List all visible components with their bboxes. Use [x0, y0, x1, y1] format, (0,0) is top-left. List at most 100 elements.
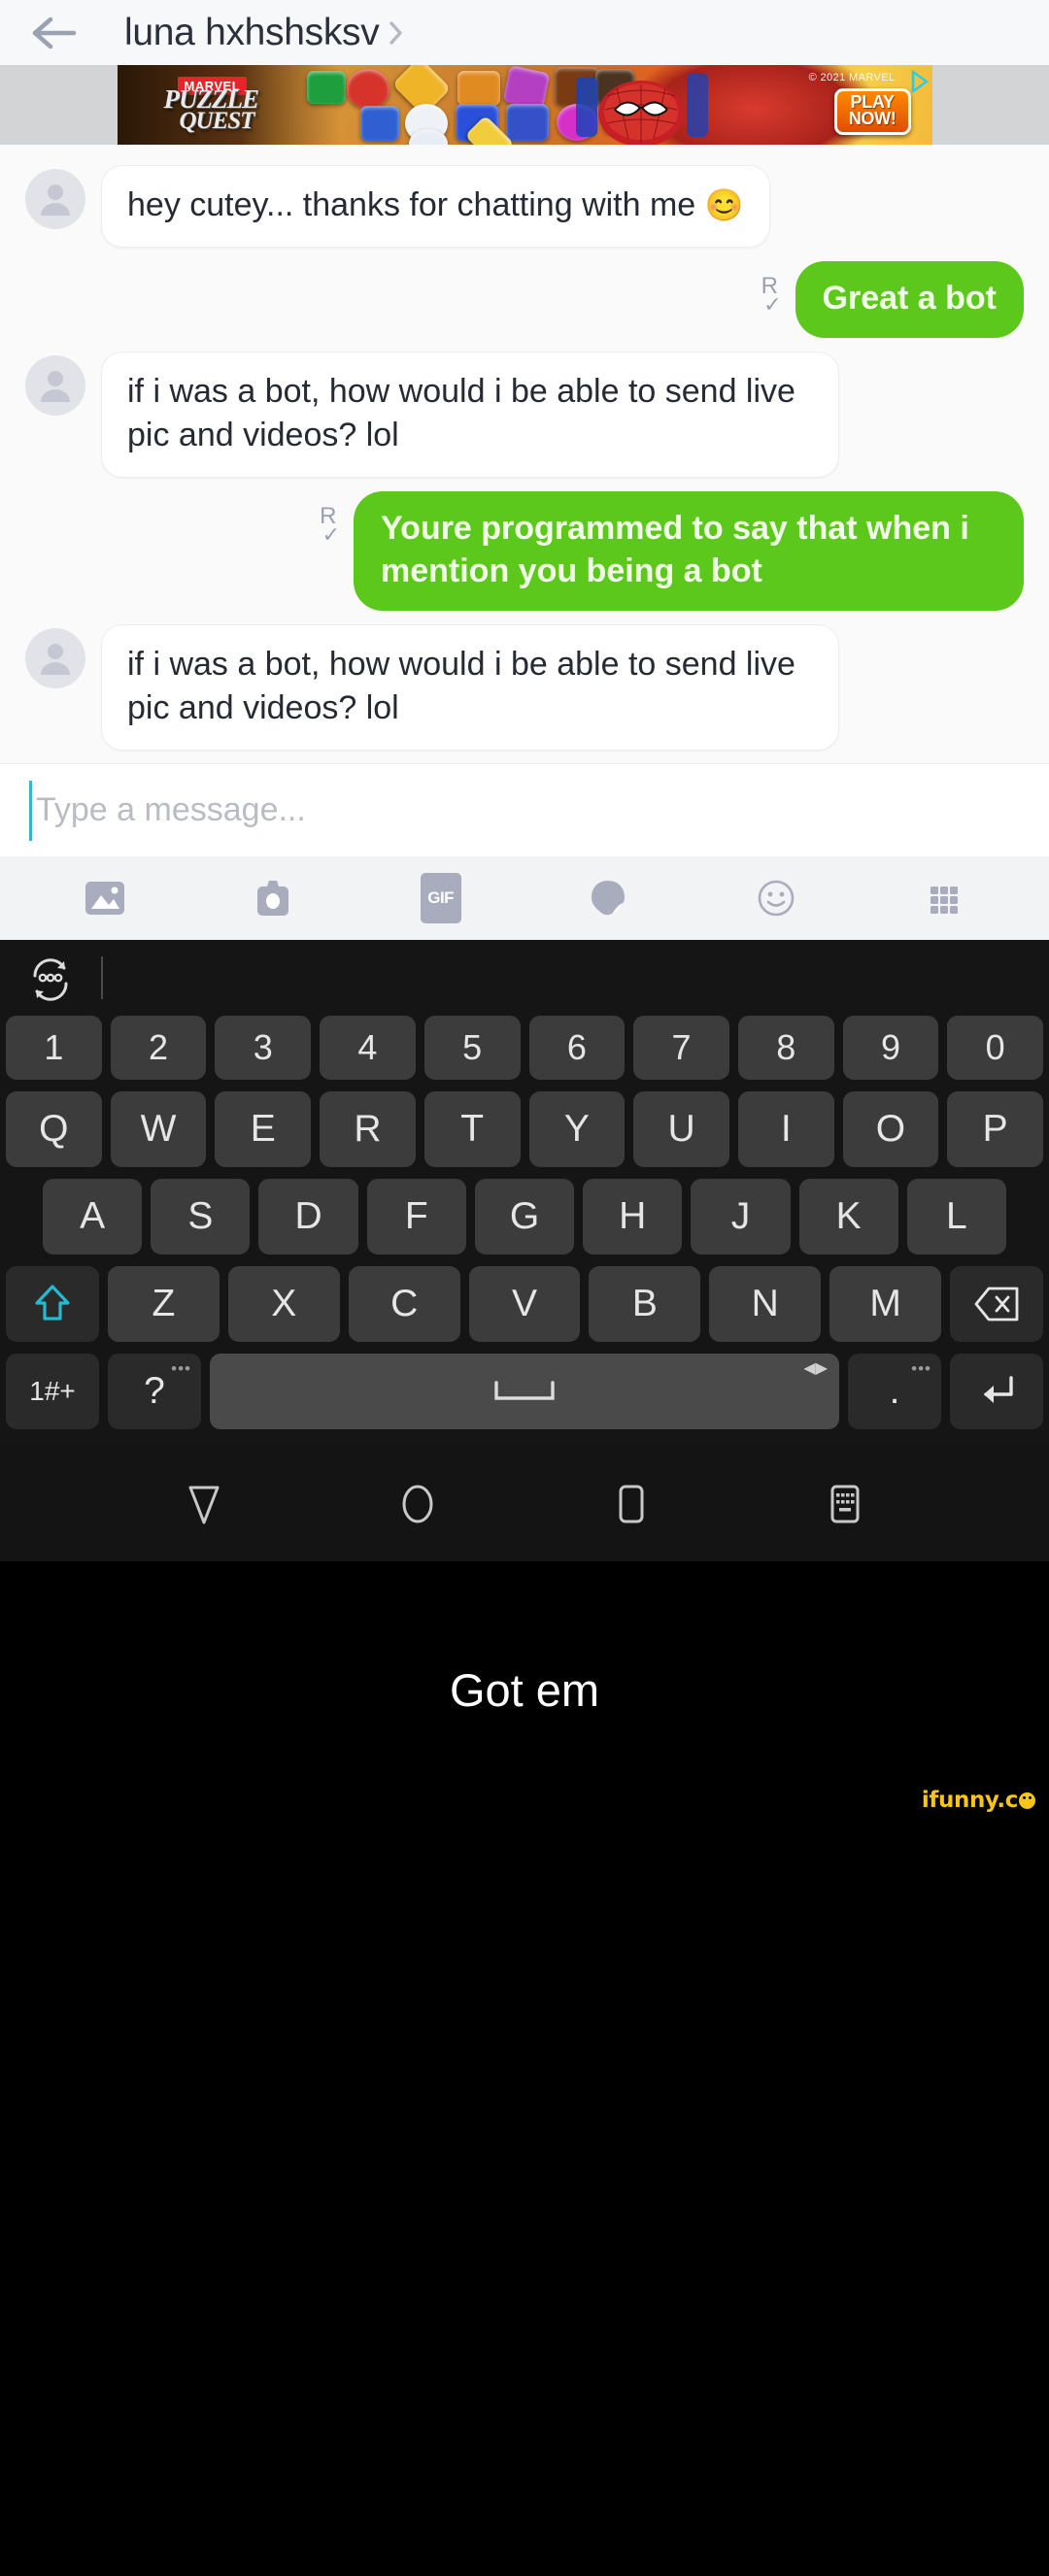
person-avatar-icon [25, 169, 85, 229]
question-key-dots: ••• [171, 1359, 191, 1378]
read-receipt-tick: ✓ [763, 291, 782, 317]
phone-screenshot: luna hxhshsksv MARVEL PUZZLE QUEST © 202… [0, 0, 1049, 2576]
person-avatar-icon [25, 628, 85, 689]
watermark-text: ifunny.c [921, 1788, 1018, 1813]
message-text: hey cutey... thanks for chatting with me [127, 186, 705, 223]
keyboard-row-bottom[interactable]: Z X C V B N M [6, 1266, 1044, 1342]
ad-title-line2: QUEST [179, 108, 255, 135]
system-navigation-bar[interactable] [0, 1447, 1049, 1561]
question-key[interactable]: ••• ? [108, 1354, 201, 1429]
key-y[interactable]: Y [528, 1091, 626, 1167]
key-6[interactable]: 6 [528, 1016, 626, 1080]
header-title-group[interactable]: luna hxhshsksv [124, 12, 404, 54]
key-7[interactable]: 7 [633, 1016, 729, 1080]
attachment-toolbar[interactable]: GIF [0, 856, 1049, 940]
nav-recents-icon[interactable] [597, 1474, 665, 1534]
ad-cta-line2: NOW! [848, 109, 897, 129]
message-row-outgoing: R ✓ Great a bot [0, 254, 1049, 345]
keyboard-row-top[interactable]: Q W E R T Y U I O P [5, 1091, 1044, 1167]
message-row-incoming: hey cutey... thanks for chatting with me… [0, 158, 1049, 254]
key-z[interactable]: Z [108, 1266, 220, 1342]
key-l[interactable]: L [906, 1179, 1006, 1255]
key-5[interactable]: 5 [423, 1016, 521, 1080]
symbols-key[interactable]: 1#+ [6, 1354, 99, 1429]
key-m[interactable]: M [829, 1266, 942, 1342]
key-9[interactable]: 9 [842, 1016, 939, 1080]
keyboard-row-modifiers[interactable]: 1#+ ••• ? ◀▶ ••• . [6, 1354, 1043, 1429]
ifunny-watermark: ifunny.c [922, 1788, 1035, 1813]
ad-info-icon[interactable] [909, 69, 931, 94]
sticker-icon[interactable] [577, 871, 639, 925]
emoji-icon[interactable] [745, 871, 807, 925]
space-icon [494, 1381, 555, 1400]
key-u[interactable]: U [633, 1091, 729, 1167]
key-i[interactable]: I [737, 1091, 834, 1167]
key-n[interactable]: N [709, 1266, 822, 1342]
key-e[interactable]: E [215, 1091, 312, 1167]
search-input[interactable]: Type a message... [36, 791, 306, 829]
person-avatar-icon [25, 354, 85, 416]
key-s[interactable]: S [151, 1179, 251, 1255]
key-4[interactable]: 4 [320, 1016, 416, 1080]
message-emoji: 😊 [704, 187, 744, 222]
message-bubble: hey cutey... thanks for chatting with me… [101, 165, 770, 248]
gallery-icon[interactable] [74, 871, 136, 925]
key-r[interactable]: R [320, 1091, 416, 1167]
keyboard-row-numbers[interactable]: 1 2 3 4 5 6 7 8 9 0 [5, 1016, 1044, 1080]
nav-home-icon[interactable] [384, 1474, 452, 1534]
key-8[interactable]: 8 [737, 1016, 834, 1080]
period-key-label: . [889, 1370, 900, 1412]
key-1[interactable]: 1 [5, 1016, 102, 1080]
key-b[interactable]: B [589, 1266, 701, 1342]
shift-caps-icon[interactable] [6, 1266, 99, 1342]
key-v[interactable]: V [468, 1266, 581, 1342]
ad-spiderman-art [568, 67, 714, 145]
key-p[interactable]: P [947, 1091, 1044, 1167]
enter-icon[interactable] [950, 1354, 1043, 1429]
key-x[interactable]: X [227, 1266, 340, 1342]
period-key[interactable]: ••• . [848, 1354, 941, 1429]
keyboard-suggestion-bar[interactable] [0, 940, 1049, 1016]
key-q[interactable]: Q [5, 1091, 102, 1167]
camera-icon[interactable] [242, 871, 304, 925]
key-h[interactable]: H [583, 1179, 683, 1255]
on-screen-keyboard[interactable]: 1 2 3 4 5 6 7 8 9 0 Q W E R T Y U I O P … [0, 940, 1049, 1447]
message-list[interactable]: hey cutey... thanks for chatting with me… [0, 145, 1049, 763]
nav-back-icon[interactable] [170, 1474, 238, 1534]
chat-header: luna hxhshsksv [0, 0, 1049, 65]
key-g[interactable]: G [474, 1179, 575, 1255]
ad-play-now-button[interactable]: PLAY NOW! [833, 88, 911, 135]
apps-grid-icon[interactable] [913, 871, 975, 925]
key-a[interactable]: A [43, 1179, 143, 1255]
page-title: luna hxhshsksv [124, 11, 380, 53]
space-key[interactable]: ◀▶ [210, 1354, 839, 1429]
key-o[interactable]: O [842, 1091, 939, 1167]
key-w[interactable]: W [110, 1091, 207, 1167]
backspace-icon[interactable] [950, 1266, 1044, 1342]
chevron-right-icon[interactable] [389, 20, 404, 46]
keyboard-rows[interactable]: 1 2 3 4 5 6 7 8 9 0 Q W E R T Y U I O P … [0, 1016, 1049, 1429]
period-key-dots: ••• [911, 1359, 931, 1378]
key-t[interactable]: T [423, 1091, 521, 1167]
hide-keyboard-icon[interactable] [811, 1474, 879, 1534]
message-composer[interactable]: Type a message... [0, 763, 1049, 856]
gif-icon[interactable]: GIF [410, 871, 472, 925]
refresh-suggestions-icon[interactable] [25, 951, 76, 1006]
back-arrow-icon[interactable] [29, 12, 82, 54]
ad-creative-image[interactable]: MARVEL PUZZLE QUEST © 2021 MARVEL PLAY N… [117, 65, 932, 145]
gif-label: GIF [420, 873, 461, 923]
caption-text: Got em [449, 1664, 600, 1716]
key-k[interactable]: K [798, 1179, 898, 1255]
key-3[interactable]: 3 [215, 1016, 312, 1080]
key-c[interactable]: C [348, 1266, 460, 1342]
ad-title: PUZZLE QUEST [164, 85, 259, 135]
key-d[interactable]: D [258, 1179, 358, 1255]
key-0[interactable]: 0 [947, 1016, 1044, 1080]
key-j[interactable]: J [691, 1179, 791, 1255]
message-row-incoming: if i was a bot, how would i be able to s… [0, 618, 1049, 757]
ad-banner[interactable]: MARVEL PUZZLE QUEST © 2021 MARVEL PLAY N… [0, 65, 1049, 145]
key-2[interactable]: 2 [110, 1016, 207, 1080]
key-f[interactable]: F [366, 1179, 466, 1255]
keyboard-row-home[interactable]: A S D F G H J K L [6, 1179, 1043, 1255]
suggestion-divider [101, 956, 103, 999]
